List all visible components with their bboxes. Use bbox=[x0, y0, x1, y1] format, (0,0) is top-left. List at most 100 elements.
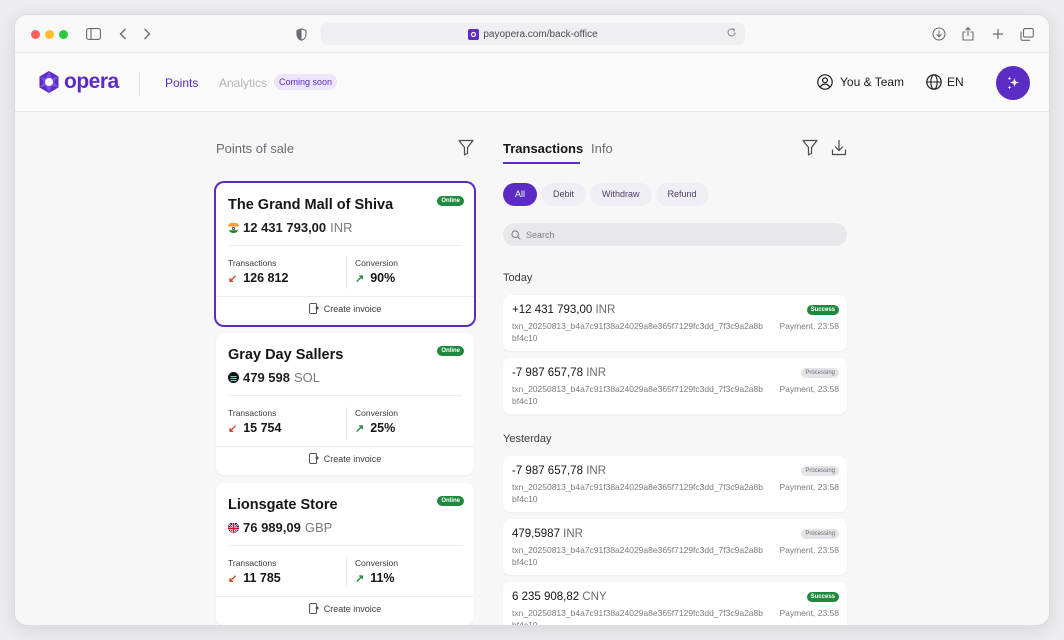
trend-down-icon: ↙ bbox=[228, 422, 238, 435]
points-of-sale-title: Points of sale bbox=[216, 141, 295, 156]
transaction-id: txn_20250813_b4a7c91f38a24029a8e365f7129… bbox=[512, 545, 763, 567]
close-window-button[interactable] bbox=[31, 30, 40, 39]
status-badge: Processing bbox=[801, 529, 839, 539]
create-invoice-button[interactable]: Create invoice bbox=[216, 453, 474, 464]
download-icon[interactable] bbox=[831, 139, 847, 161]
transactions-value: ↙ 11 785 bbox=[228, 571, 281, 585]
language-selector[interactable]: EN bbox=[926, 74, 964, 90]
transaction-id: txn_20250813_b4a7c91f38a24029a8e365f7129… bbox=[512, 321, 763, 343]
conversion-label: Conversion bbox=[355, 558, 398, 568]
pos-balance: 76 989,09 GBP bbox=[228, 520, 332, 535]
trend-down-icon: ↙ bbox=[228, 272, 238, 285]
search-input[interactable]: Search bbox=[503, 223, 847, 246]
transaction-row[interactable]: -7 987 657,78 INR Processing txn_2025081… bbox=[503, 456, 847, 512]
conversion-percent: 90% bbox=[370, 271, 396, 285]
back-icon[interactable] bbox=[115, 26, 131, 42]
amount-value: +12 431 793,00 bbox=[512, 304, 593, 316]
account-menu[interactable]: You & Team bbox=[817, 74, 904, 90]
create-invoice-button[interactable]: Create invoice bbox=[216, 603, 474, 614]
pos-name: Lionsgate Store bbox=[228, 497, 338, 513]
chip-all[interactable]: All bbox=[503, 183, 538, 206]
status-badge: Processing bbox=[801, 368, 839, 378]
divider bbox=[216, 446, 474, 447]
tab-info[interactable]: Info bbox=[591, 141, 613, 156]
create-invoice-label: Create invoice bbox=[323, 303, 382, 314]
search-placeholder: Search bbox=[526, 229, 555, 240]
sidebar-toggle-icon[interactable] bbox=[85, 26, 101, 42]
divider bbox=[228, 395, 462, 396]
transaction-row[interactable]: 479,5987 INR Processing txn_20250813_b4a… bbox=[503, 519, 847, 575]
invoice-icon bbox=[308, 453, 319, 464]
amount-value: 479,5987 bbox=[512, 528, 560, 540]
downloads-icon[interactable] bbox=[931, 26, 947, 42]
coming-soon-badge: Coming soon bbox=[274, 74, 338, 90]
transaction-row[interactable]: +12 431 793,00 INR Success txn_20250813_… bbox=[503, 295, 847, 351]
ai-assistant-button[interactable] bbox=[996, 66, 1030, 100]
pos-amount: 479 598 bbox=[243, 370, 290, 385]
chip-withdraw[interactable]: Withdraw bbox=[590, 183, 652, 206]
share-icon[interactable] bbox=[960, 26, 976, 42]
transaction-amount: -7 987 657,78 INR bbox=[512, 367, 606, 379]
transactions-label: Transactions bbox=[228, 558, 277, 568]
transaction-row[interactable]: -7 987 657,78 INR Processing txn_2025081… bbox=[503, 358, 847, 414]
site-favicon-icon bbox=[468, 28, 480, 40]
privacy-shield-icon[interactable] bbox=[293, 26, 309, 42]
new-tab-icon[interactable] bbox=[990, 26, 1006, 42]
address-bar[interactable]: payopera.com/back-office bbox=[321, 23, 745, 45]
transactions-value: ↙ 126 812 bbox=[228, 271, 288, 285]
divider bbox=[216, 596, 474, 597]
transactions-label: Transactions bbox=[228, 258, 277, 268]
transactions-count: 15 754 bbox=[243, 421, 282, 435]
pos-name: The Grand Mall of Shiva bbox=[228, 197, 394, 213]
forward-icon[interactable] bbox=[139, 26, 155, 42]
trend-up-icon: ↗ bbox=[355, 572, 365, 585]
conversion-percent: 11% bbox=[370, 571, 395, 585]
user-icon bbox=[817, 74, 833, 90]
divider bbox=[346, 257, 347, 289]
pos-card[interactable]: The Grand Mall of Shiva Online 12 431 79… bbox=[216, 183, 474, 325]
status-badge: Online bbox=[437, 346, 464, 356]
pos-card[interactable]: Lionsgate Store Online 76 989,09 GBP Tra… bbox=[216, 483, 474, 625]
divider bbox=[228, 545, 462, 546]
divider bbox=[346, 557, 347, 589]
pos-filter-icon[interactable] bbox=[458, 139, 474, 161]
globe-icon bbox=[926, 74, 942, 90]
nav-points[interactable]: Points bbox=[165, 76, 198, 90]
language-label: EN bbox=[947, 75, 964, 89]
invoice-icon bbox=[308, 303, 319, 314]
browser-toolbar: payopera.com/back-office bbox=[15, 15, 1049, 53]
reload-icon[interactable] bbox=[726, 27, 737, 41]
amount-currency: INR bbox=[563, 528, 583, 540]
transaction-meta: Payment, 23:58 bbox=[779, 384, 839, 394]
conversion-label: Conversion bbox=[355, 258, 398, 268]
pos-currency: INR bbox=[330, 220, 353, 235]
pos-amount: 12 431 793,00 bbox=[243, 220, 327, 235]
tab-transactions[interactable]: Transactions bbox=[503, 141, 583, 156]
transaction-meta: Payment, 23:58 bbox=[779, 482, 839, 492]
opera-logo[interactable]: opera bbox=[37, 70, 119, 94]
nav-analytics: Analytics bbox=[219, 76, 268, 90]
uk-flag-icon bbox=[228, 522, 239, 533]
chip-debit[interactable]: Debit bbox=[541, 183, 587, 206]
minimize-window-button[interactable] bbox=[45, 30, 54, 39]
header-divider bbox=[139, 72, 140, 96]
transaction-meta: Payment, 23:58 bbox=[779, 321, 839, 331]
pos-name: Gray Day Sallers bbox=[228, 347, 344, 363]
chip-refund[interactable]: Refund bbox=[655, 183, 709, 206]
pos-balance: 12 431 793,00 INR bbox=[228, 220, 353, 235]
conversion-value: ↗ 25% bbox=[355, 421, 395, 435]
tab-overview-icon[interactable] bbox=[1019, 26, 1035, 42]
group-label-today: Today bbox=[503, 272, 533, 284]
transactions-filter-icon[interactable] bbox=[802, 139, 818, 161]
create-invoice-button[interactable]: Create invoice bbox=[216, 303, 474, 314]
pos-card[interactable]: Gray Day Sallers Online 479 598 SOL Tran… bbox=[216, 333, 474, 475]
sparkles-icon bbox=[1007, 76, 1019, 90]
pos-balance: 479 598 SOL bbox=[228, 370, 320, 385]
transaction-row[interactable]: 6 235 908,82 CNY Success txn_20250813_b4… bbox=[503, 582, 847, 625]
zoom-window-button[interactable] bbox=[59, 30, 68, 39]
amount-currency: CNY bbox=[582, 591, 607, 603]
trend-up-icon: ↗ bbox=[355, 422, 365, 435]
active-tab-indicator bbox=[503, 162, 580, 164]
transactions-value: ↙ 15 754 bbox=[228, 421, 281, 435]
india-flag-icon bbox=[228, 222, 239, 233]
